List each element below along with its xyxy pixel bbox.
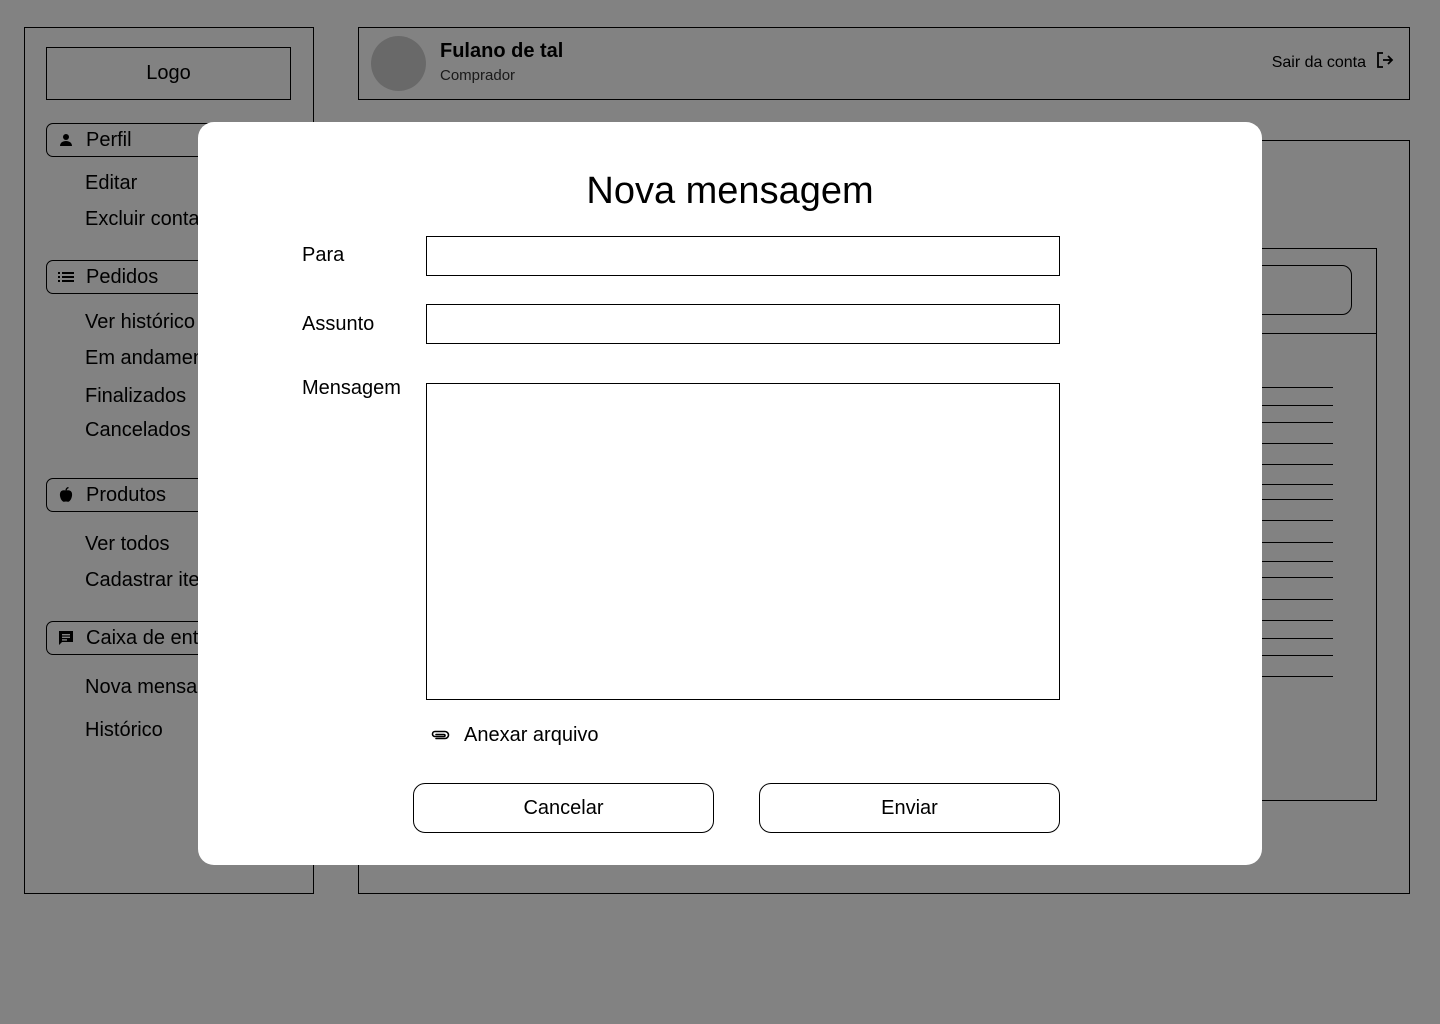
paperclip-icon	[430, 724, 450, 747]
message-textarea[interactable]	[426, 383, 1060, 700]
attach-file-button[interactable]: Anexar arquivo	[430, 724, 599, 747]
attach-file-label: Anexar arquivo	[464, 724, 599, 746]
new-message-dialog: Nova mensagem Para Assunto Mensagem Anex…	[198, 122, 1262, 865]
to-input[interactable]	[426, 236, 1060, 276]
subject-label: Assunto	[302, 313, 375, 335]
cancel-button[interactable]: Cancelar	[413, 783, 714, 833]
to-label: Para	[302, 244, 345, 266]
dialog-title: Nova mensagem	[586, 170, 874, 212]
subject-input[interactable]	[426, 304, 1060, 344]
send-button[interactable]: Enviar	[759, 783, 1060, 833]
message-label: Mensagem	[302, 377, 401, 399]
